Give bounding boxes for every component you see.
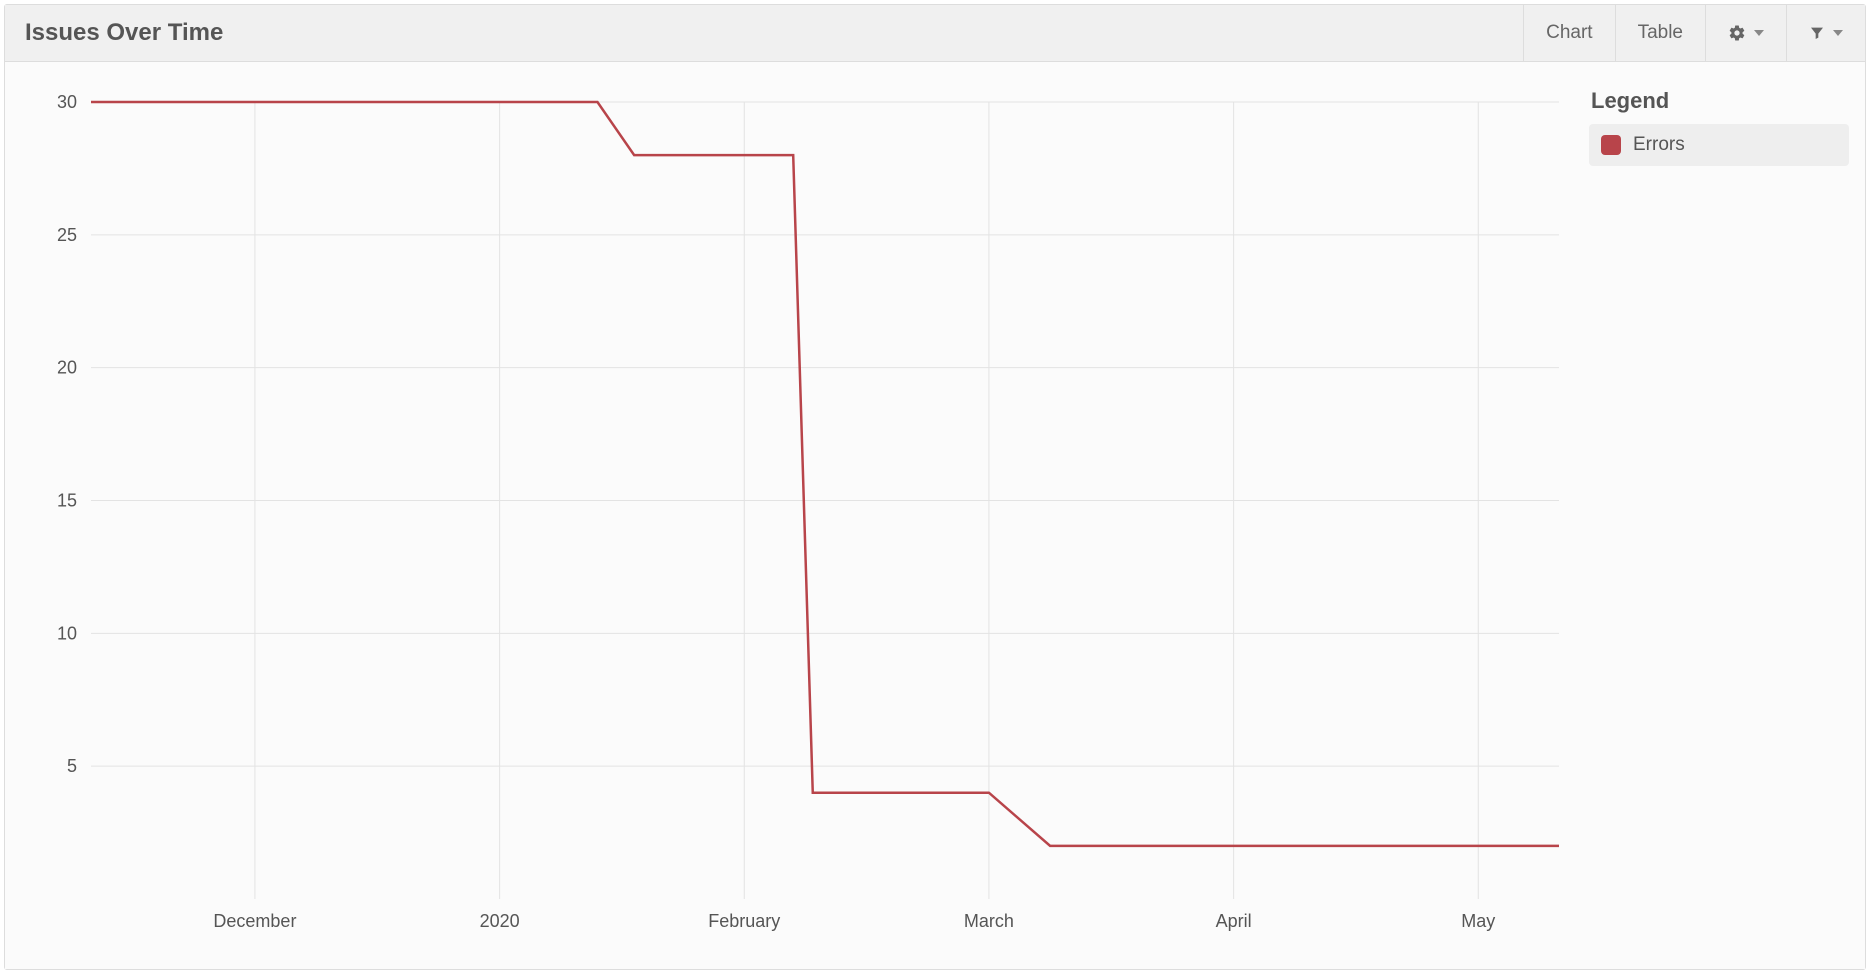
svg-text:25: 25 — [57, 225, 77, 245]
legend-swatch — [1601, 135, 1621, 155]
caret-down-icon — [1754, 30, 1764, 36]
svg-text:10: 10 — [57, 623, 77, 643]
caret-down-icon — [1833, 30, 1843, 36]
table-tab-label: Table — [1638, 22, 1683, 44]
filter-button[interactable] — [1786, 5, 1865, 61]
svg-text:15: 15 — [57, 491, 77, 511]
series-line — [91, 102, 1559, 846]
svg-text:December: December — [213, 911, 296, 931]
chart-panel: Issues Over Time Chart Table — [4, 4, 1866, 970]
legend-item[interactable]: Errors — [1589, 124, 1849, 166]
chart-area: 5 10 15 20 25 30 December 2020 February March Apri… — [21, 82, 1569, 949]
chart-svg: 5 10 15 20 25 30 December 2020 February March Apri… — [21, 82, 1569, 949]
panel-body: 5 10 15 20 25 30 December 2020 February March Apri… — [5, 62, 1865, 969]
gear-icon — [1728, 24, 1746, 42]
svg-text:20: 20 — [57, 358, 77, 378]
x-axis: December 2020 February March April May — [213, 911, 1495, 931]
svg-text:April: April — [1216, 911, 1252, 931]
chart-tab-button[interactable]: Chart — [1523, 5, 1614, 61]
grid — [91, 102, 1559, 899]
svg-text:February: February — [708, 911, 780, 931]
legend-title: Legend — [1591, 88, 1849, 114]
funnel-icon — [1809, 25, 1825, 41]
table-tab-button[interactable]: Table — [1615, 5, 1705, 61]
chart-tab-label: Chart — [1546, 22, 1592, 44]
svg-text:5: 5 — [67, 756, 77, 776]
header-buttons: Chart Table — [1523, 5, 1865, 61]
legend: Legend Errors — [1569, 82, 1849, 949]
y-axis: 5 10 15 20 25 30 — [57, 92, 77, 776]
svg-text:May: May — [1461, 911, 1495, 931]
settings-button[interactable] — [1705, 5, 1786, 61]
panel-header: Issues Over Time Chart Table — [5, 5, 1865, 62]
svg-text:2020: 2020 — [480, 911, 520, 931]
legend-label: Errors — [1633, 134, 1685, 156]
svg-text:March: March — [964, 911, 1014, 931]
svg-text:30: 30 — [57, 92, 77, 112]
panel-title: Issues Over Time — [5, 5, 1523, 61]
